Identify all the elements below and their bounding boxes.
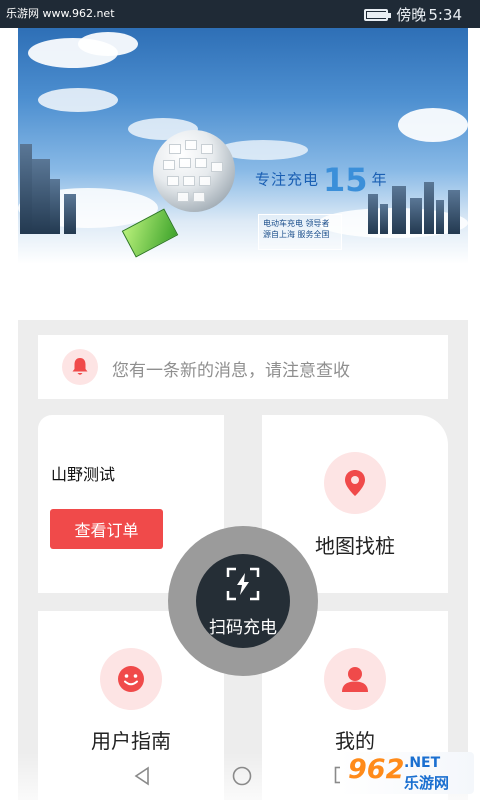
mine-label: 我的 <box>335 729 375 753</box>
battery-icon <box>364 8 392 21</box>
badge-number: 962 <box>348 754 405 785</box>
globe-graphic <box>153 130 235 212</box>
carrier-text: 傍晚 <box>396 6 427 24</box>
home-icon[interactable] <box>232 766 252 786</box>
site-watermark-badge: 962 .NET 乐游网 <box>340 752 474 794</box>
map-pin-icon <box>324 452 386 514</box>
message-notice[interactable]: 您有一条新的消息，请注意查收 <box>38 335 448 399</box>
scan-charge-label: 扫码充电 <box>209 618 277 638</box>
status-bar-right: 傍晚 5:34 <box>364 4 462 25</box>
user-name: 山野测试 <box>51 465 116 484</box>
watermark-text: 乐游网 www.962.net <box>6 7 115 20</box>
back-icon[interactable] <box>132 766 152 786</box>
person-icon <box>324 648 386 710</box>
clock: 5:34 <box>428 5 462 24</box>
banner-slogan: 专注充电 15 年 <box>255 161 388 199</box>
banner-tagline: 电动车充电 领导者 源自上海 服务全国 <box>258 214 342 250</box>
promo-banner[interactable]: 专注充电 15 年 电动车充电 领导者 源自上海 服务全国 <box>18 28 468 264</box>
notice-text: 您有一条新的消息，请注意查收 <box>112 361 350 381</box>
view-orders-button[interactable]: 查看订单 <box>50 509 163 549</box>
smile-icon <box>100 648 162 710</box>
scan-lightning-icon <box>226 567 260 601</box>
status-bar: 乐游网 www.962.net 傍晚 5:34 <box>0 0 480 28</box>
bell-icon <box>62 349 98 385</box>
user-guide-label: 用户指南 <box>91 729 171 753</box>
badge-tld: .NET <box>404 755 441 771</box>
badge-site-name: 乐游网 <box>404 774 450 792</box>
